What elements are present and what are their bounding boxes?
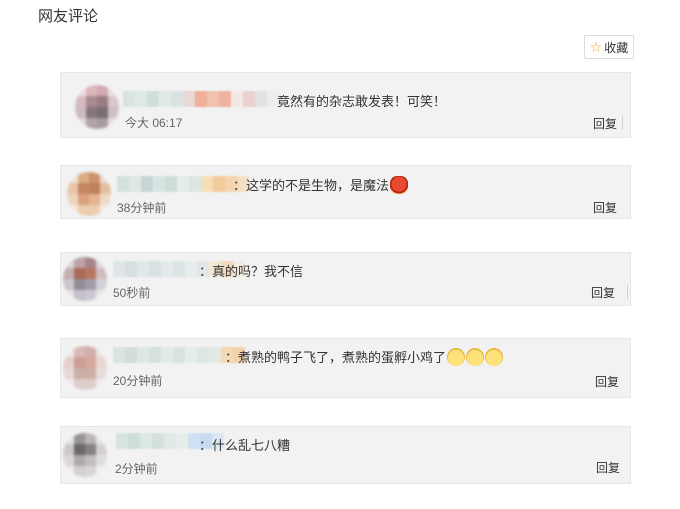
comment-time: 今大 06:17	[125, 116, 183, 130]
cat-face-emoji	[466, 347, 485, 366]
comment-text: ：真的吗？我不信	[199, 264, 304, 279]
reply-button[interactable]: 回复	[596, 459, 620, 476]
comment-text: ：煮熟的鸭子飞了，煮熟的蛋孵小鸡了	[225, 347, 504, 366]
comment-item: ：煮熟的鸭子飞了，煮熟的蛋孵小鸡了 20分钟前 回复	[60, 338, 631, 398]
comment-item: 竟然有的杂志敢发表！可笑！ 今大 06:17 回复	[60, 72, 631, 138]
divider	[622, 116, 623, 130]
nickname-redacted	[123, 91, 279, 107]
reply-button[interactable]: 回复	[593, 199, 617, 216]
reply-button[interactable]: 回复	[591, 284, 615, 301]
cat-face-emoji	[485, 347, 504, 366]
comment-item: ：这学的不是生物，是魔法 38分钟前 回复	[60, 165, 631, 219]
star-outline-icon: ☆	[589, 39, 603, 55]
favorite-button[interactable]: ☆ 收藏	[584, 35, 634, 59]
comment-text: ：什么乱七八糟	[199, 438, 291, 453]
red-lantern-emoji	[390, 175, 409, 194]
avatar	[63, 257, 107, 301]
cat-face-emoji	[447, 347, 466, 366]
comment-time: 20分钟前	[113, 374, 163, 388]
reply-button[interactable]: 回复	[593, 115, 617, 132]
nickname-redacted	[117, 176, 249, 192]
divider	[627, 285, 628, 299]
comment-time: 38分钟前	[117, 201, 167, 215]
avatar	[75, 85, 119, 129]
favorite-label: 收藏	[604, 40, 629, 55]
comment-item: ：真的吗？我不信 50秒前 回复	[60, 252, 631, 306]
avatar	[63, 433, 107, 477]
comment-text: 竟然有的杂志敢发表！可笑！	[277, 94, 447, 109]
page-title: 网友评论	[38, 8, 99, 25]
avatar	[63, 346, 107, 390]
reply-button[interactable]: 回复	[595, 373, 619, 390]
comment-time: 50秒前	[113, 286, 151, 300]
comment-time: 2分钟前	[115, 462, 158, 476]
avatar	[67, 172, 111, 216]
comment-text: ：这学的不是生物，是魔法	[233, 175, 409, 194]
comment-item: ：什么乱七八糟 2分钟前 回复	[60, 426, 631, 484]
